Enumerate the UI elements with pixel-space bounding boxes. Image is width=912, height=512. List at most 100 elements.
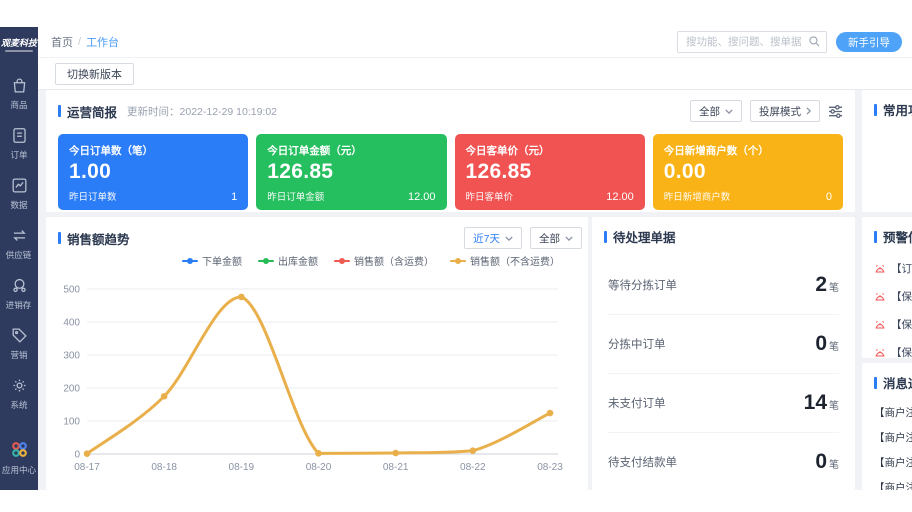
notification-item-4[interactable]: 【商户注册】 bbox=[862, 475, 912, 490]
breadcrumb: 首页 / 工作台 bbox=[51, 34, 119, 50]
header-second-row: 切换新版本 bbox=[38, 58, 912, 89]
sidebar-item-6[interactable]: 营销 bbox=[0, 319, 38, 369]
notification-item-3[interactable]: 【商户注册】 bbox=[862, 450, 912, 475]
sidebar-item-5[interactable]: 进销存 bbox=[0, 269, 38, 319]
sidebar-item-2[interactable]: 订单 bbox=[0, 119, 38, 169]
stat-card-3[interactable]: 今日客单价（元） 126.85 昨日客单价 12.00 bbox=[454, 134, 645, 210]
doc-icon bbox=[10, 126, 29, 145]
svg-text:08-21: 08-21 bbox=[383, 462, 409, 473]
pending-row-3[interactable]: 未支付订单 14 笔 bbox=[608, 374, 839, 433]
trend-scope-select[interactable]: 全部 bbox=[530, 227, 582, 249]
notification-text: 【商户注册】 bbox=[874, 407, 912, 419]
chevron-down-icon bbox=[505, 235, 513, 241]
top-header: 首页 / 工作台 新手引导 切换新版本 bbox=[38, 27, 912, 90]
panel-accent-bar bbox=[874, 230, 877, 243]
app-root: 观麦科技 商品订单数据供应链进销存营销系统 应用中心 首页 / 工作台 新手引导… bbox=[0, 27, 912, 490]
sidebar-item-app-center[interactable]: 应用中心 bbox=[0, 432, 38, 484]
legend-item-1[interactable]: 下单金额 bbox=[182, 253, 242, 268]
svg-text:200: 200 bbox=[63, 384, 80, 395]
pending-title: 待处理单据 bbox=[613, 231, 676, 245]
stat-card-yesterday: 昨日订单数 1 bbox=[69, 189, 237, 203]
sidebar-item-3[interactable]: 数据 bbox=[0, 169, 38, 219]
sidebar-item-label: 进销存 bbox=[6, 300, 32, 310]
stat-card-2[interactable]: 今日订单金额（元） 126.85 昨日订单金额 12.00 bbox=[256, 134, 447, 210]
svg-text:300: 300 bbox=[63, 351, 80, 362]
svg-text:08-19: 08-19 bbox=[229, 462, 255, 473]
breadcrumb-separator: / bbox=[78, 36, 82, 48]
notification-list: 【商户注册】【商户注册】【商户注册】【商户注册】 bbox=[862, 400, 912, 490]
legend-marker-icon bbox=[182, 257, 198, 265]
chevron-down-icon bbox=[565, 235, 573, 241]
sidebar-item-1[interactable]: 商品 bbox=[0, 69, 38, 119]
pending-row-label: 分拣中订单 bbox=[608, 339, 666, 351]
briefing-update-time: 更新时间：2022-12-29 10:19:02 bbox=[127, 105, 278, 118]
legend-item-3[interactable]: 销售额（含运费） bbox=[334, 253, 434, 268]
pending-row-4[interactable]: 待支付结款单 0 笔 bbox=[608, 433, 839, 490]
svg-text:08-23: 08-23 bbox=[537, 462, 563, 473]
alert-text: 【保质期 bbox=[891, 346, 912, 359]
alert-item-1[interactable]: 【订单】 bbox=[862, 254, 912, 282]
svg-text:0: 0 bbox=[74, 450, 80, 461]
pending-row-value: 2笔 bbox=[815, 273, 839, 297]
breadcrumb-current[interactable]: 工作台 bbox=[86, 34, 119, 50]
projection-mode-button[interactable]: 投屏模式 bbox=[750, 100, 820, 122]
brand-logo[interactable]: 观麦科技 bbox=[0, 27, 38, 61]
yesterday-value: 12.00 bbox=[407, 191, 436, 203]
pending-count: 14 bbox=[803, 391, 827, 414]
sidebar-item-label: 订单 bbox=[10, 150, 28, 160]
legend-label: 出库金额 bbox=[278, 257, 318, 268]
panel-accent-bar bbox=[874, 376, 877, 389]
sidebar-app-center: 应用中心 bbox=[0, 432, 38, 484]
sidebar-item-7[interactable]: 系统 bbox=[0, 369, 38, 419]
notifications-title: 消息通知 bbox=[883, 377, 912, 391]
alert-item-3[interactable]: 【保质期 bbox=[862, 310, 912, 338]
pending-rows: 等待分拣订单 2 笔分拣中订单 0 笔未支付订单 14 笔待支付结款单 0 笔 bbox=[608, 256, 839, 490]
briefing-scope-select[interactable]: 全部 bbox=[690, 100, 742, 122]
pending-count: 0 bbox=[815, 332, 827, 355]
brand-logo-subline bbox=[5, 50, 33, 52]
notification-item-2[interactable]: 【商户注册】 bbox=[862, 425, 912, 450]
legend-marker-icon bbox=[334, 257, 350, 265]
breadcrumb-home[interactable]: 首页 bbox=[51, 34, 73, 50]
quick-functions-panel: 常用功能 bbox=[862, 90, 912, 212]
notifications-panel: 消息通知 【商户注册】【商户注册】【商户注册】【商户注册】 bbox=[862, 363, 912, 490]
legend-item-4[interactable]: 销售额（不含运费） bbox=[450, 253, 560, 268]
legend-marker-icon bbox=[258, 257, 274, 265]
card-settings-icon[interactable] bbox=[828, 104, 843, 118]
alert-item-2[interactable]: 【保质期 bbox=[862, 282, 912, 310]
alarm-icon bbox=[874, 262, 886, 274]
sales-trend-panel: 销售额趋势 近7天 全部 下单金额 出库金额 销售额（含运费） 销售额（不含运费） 0… bbox=[46, 217, 588, 490]
supply-icon bbox=[10, 226, 29, 245]
pending-row-label: 待支付结款单 bbox=[608, 457, 677, 469]
alarm-icon bbox=[874, 346, 886, 358]
pending-row-2[interactable]: 分拣中订单 0 笔 bbox=[608, 315, 839, 374]
legend-label: 销售额（不含运费） bbox=[470, 257, 560, 268]
pending-count: 0 bbox=[815, 450, 827, 473]
pending-documents-panel: 待处理单据 等待分拣订单 2 笔分拣中订单 0 笔未支付订单 14 笔待支付结款单 0 笔 bbox=[592, 217, 855, 490]
switch-version-button[interactable]: 切换新版本 bbox=[55, 62, 134, 85]
alert-item-4[interactable]: 【保质期 bbox=[862, 338, 912, 358]
alarm-icon bbox=[874, 318, 886, 330]
yesterday-label: 昨日客单价 bbox=[465, 192, 514, 203]
chart-legend: 下单金额 出库金额 销售额（含运费） 销售额（不含运费） bbox=[46, 253, 560, 268]
stat-card-title: 今日客单价（元） bbox=[465, 145, 550, 157]
sidebar-menu: 商品订单数据 供应链进销存营销 系统 bbox=[0, 69, 38, 419]
trend-range-select[interactable]: 近7天 bbox=[464, 227, 522, 249]
newbie-guide-button[interactable]: 新手引导 bbox=[836, 32, 902, 52]
notification-item-1[interactable]: 【商户注册】 bbox=[862, 400, 912, 425]
pending-row-value: 14 笔 bbox=[804, 391, 839, 415]
stat-card-4[interactable]: 今日新增商户数（个） 0.00 昨日新增商户数 0 bbox=[652, 134, 843, 210]
legend-label: 下单金额 bbox=[202, 257, 242, 268]
pending-row-1[interactable]: 等待分拣订单 2 笔 bbox=[608, 256, 839, 315]
pending-row-label: 等待分拣订单 bbox=[608, 280, 677, 292]
stat-card-1[interactable]: 今日订单数（笔） 1.00 昨日订单数 1 bbox=[58, 134, 249, 210]
svg-text:100: 100 bbox=[63, 417, 80, 428]
legend-item-2[interactable]: 出库金额 bbox=[258, 253, 318, 268]
sidebar-item-4[interactable]: 供应链 bbox=[0, 219, 38, 269]
stat-card-yesterday: 昨日新增商户数 0 bbox=[664, 189, 832, 203]
search-input[interactable] bbox=[677, 31, 827, 53]
alert-text: 【保质期 bbox=[891, 318, 912, 331]
chevron-down-icon bbox=[725, 108, 733, 114]
brand-name: 观麦科技 bbox=[0, 38, 37, 48]
chevron-right-icon bbox=[806, 107, 811, 115]
